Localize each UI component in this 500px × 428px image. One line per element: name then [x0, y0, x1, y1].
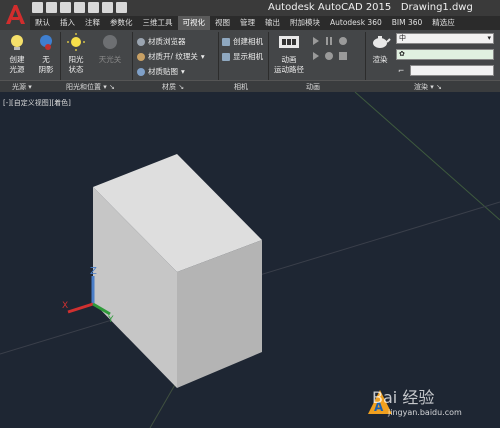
tab-parametric[interactable]: 参数化: [105, 16, 138, 30]
window-title: Autodesk AutoCAD 2015 Drawing1.dwg: [268, 2, 473, 13]
render-window-icon: ✿: [399, 50, 405, 58]
render-output-field[interactable]: [410, 65, 494, 76]
new-file-icon[interactable]: [32, 2, 43, 13]
show-camera-button[interactable]: 显示相机: [222, 51, 263, 62]
panel-title-lights[interactable]: 光源 ▾: [12, 82, 32, 92]
sun-status-label-1: 阳光: [68, 55, 84, 64]
tab-featured[interactable]: 精选应: [427, 16, 460, 30]
material-mapping-icon: [137, 67, 145, 76]
shadow-sphere-icon: [40, 35, 52, 50]
teapot-icon: [373, 36, 391, 48]
play-icon[interactable]: [313, 37, 319, 45]
create-light-label-1: 创建: [9, 55, 25, 64]
tab-insert[interactable]: 插入: [55, 16, 80, 30]
render-quality-value: 中: [399, 34, 406, 42]
grid-axis-line-green: [354, 92, 500, 221]
ucs-z-label: Z: [90, 266, 97, 277]
tab-autodesk-360[interactable]: Autodesk 360: [325, 16, 387, 30]
stop-icon[interactable]: [325, 52, 333, 60]
materials-browser-button[interactable]: 材质浏览器: [137, 36, 186, 47]
watermark-text: Bai 经验: [372, 388, 435, 407]
chevron-down-icon: ▾: [487, 34, 491, 42]
app-title: Autodesk AutoCAD 2015: [268, 2, 392, 13]
materials-on-off-label: 材质开/ 纹理关: [148, 52, 198, 61]
record-icon[interactable]: [339, 37, 347, 45]
tab-bim-360[interactable]: BIM 360: [387, 16, 428, 30]
open-file-icon[interactable]: [46, 2, 57, 13]
watermark-url: jingyan.baidu.com: [388, 408, 462, 417]
sun-icon: [67, 33, 85, 51]
tab-default[interactable]: 默认: [30, 16, 55, 30]
autocad-logo-icon: [6, 5, 25, 24]
create-camera-button[interactable]: 创建相机: [222, 36, 263, 47]
sun-status-label-2: 状态: [68, 65, 84, 74]
render-output-row[interactable]: ⌐: [398, 66, 404, 75]
show-camera-icon: [222, 52, 230, 61]
undo-icon[interactable]: [102, 2, 113, 13]
render-quality-select[interactable]: 中 ▾: [396, 33, 494, 44]
panel-title-animation[interactable]: 动画: [306, 82, 320, 92]
ucs-x-axis: [67, 302, 94, 314]
step-forward-icon[interactable]: [313, 52, 319, 60]
render-preset-field[interactable]: ✿: [396, 49, 494, 60]
sky-off-label: 天光关: [98, 55, 122, 64]
film-strip-icon: [279, 36, 299, 48]
panel-title-render[interactable]: 渲染 ▾ ↘: [414, 82, 442, 92]
no-shadow-button[interactable]: 无 阴影: [34, 32, 58, 75]
save-as-icon[interactable]: [74, 2, 85, 13]
animation-label-1: 动画: [281, 55, 297, 64]
panel-title-sun-location[interactable]: 阳光和位置 ▾ ↘: [66, 82, 115, 92]
ucs-x-label: X: [62, 301, 68, 311]
tab-output[interactable]: 输出: [260, 16, 285, 30]
sky-off-button[interactable]: 天光关: [92, 32, 128, 65]
render-label: 渲染: [372, 55, 388, 64]
ucs-y-label: Y: [107, 315, 114, 325]
no-shadow-label-2: 阴影: [38, 65, 54, 74]
print-icon[interactable]: [88, 2, 99, 13]
animation-motion-path-button[interactable]: 动画 运动路径: [272, 32, 306, 75]
title-bar: Autodesk AutoCAD 2015 Drawing1.dwg: [0, 0, 500, 16]
material-texture-icon: [137, 52, 145, 61]
render-button[interactable]: 渲染: [368, 32, 392, 65]
render-region-icon[interactable]: ⌐: [398, 66, 404, 75]
file-name: Drawing1.dwg: [400, 2, 473, 13]
panel-title-camera[interactable]: 相机: [234, 82, 248, 92]
tab-annotate[interactable]: 注释: [80, 16, 105, 30]
tab-view[interactable]: 视图: [210, 16, 235, 30]
create-camera-label: 创建相机: [233, 37, 263, 46]
no-shadow-label-1: 无: [42, 55, 50, 64]
tab-3d-tools[interactable]: 三维工具: [138, 16, 178, 30]
materials-browser-label: 材质浏览器: [148, 37, 186, 46]
chevron-down-icon[interactable]: ▾: [201, 52, 205, 61]
save-icon[interactable]: [60, 2, 71, 13]
drawing-viewport[interactable]: Z X Y: [0, 92, 500, 428]
material-mapping-label: 材质贴图: [148, 67, 178, 76]
chevron-down-icon[interactable]: ▾: [181, 67, 185, 76]
create-light-button[interactable]: 创建 光源: [5, 32, 29, 75]
sun-status-button[interactable]: 阳光 状态: [64, 32, 88, 75]
tab-addins[interactable]: 附加模块: [285, 16, 325, 30]
viewport-controls-label[interactable]: [-][自定义视图][着色]: [3, 98, 71, 108]
pause-icon[interactable]: [326, 37, 328, 45]
material-browser-icon: [137, 37, 145, 46]
panel-title-materials[interactable]: 材质 ↘: [162, 82, 184, 92]
tab-visualize[interactable]: 可视化: [177, 16, 210, 30]
animation-label-2: 运动路径: [274, 65, 304, 74]
sky-background-icon: [103, 35, 117, 49]
create-light-label-2: 光源: [9, 65, 25, 74]
materials-on-off-button[interactable]: 材质开/ 纹理关 ▾: [137, 51, 205, 62]
animation-controls: [313, 37, 347, 60]
light-bulb-icon: [11, 35, 23, 50]
settings-icon[interactable]: [339, 52, 347, 60]
ribbon-tab-bar: 默认 插入 注释 参数化 三维工具 可视化 视图 管理 输出 附加模块 Auto…: [30, 16, 500, 30]
tab-manage[interactable]: 管理: [235, 16, 260, 30]
redo-icon[interactable]: [116, 2, 127, 13]
show-camera-label: 显示相机: [233, 52, 263, 61]
material-mapping-button[interactable]: 材质贴图 ▾: [137, 66, 185, 77]
camera-icon: [222, 37, 230, 46]
application-menu-button[interactable]: [0, 0, 30, 30]
ribbon-panel-titles: 光源 ▾ 阳光和位置 ▾ ↘ 材质 ↘ 相机 动画 渲染 ▾ ↘: [0, 80, 500, 92]
quick-access-toolbar: [32, 2, 127, 13]
